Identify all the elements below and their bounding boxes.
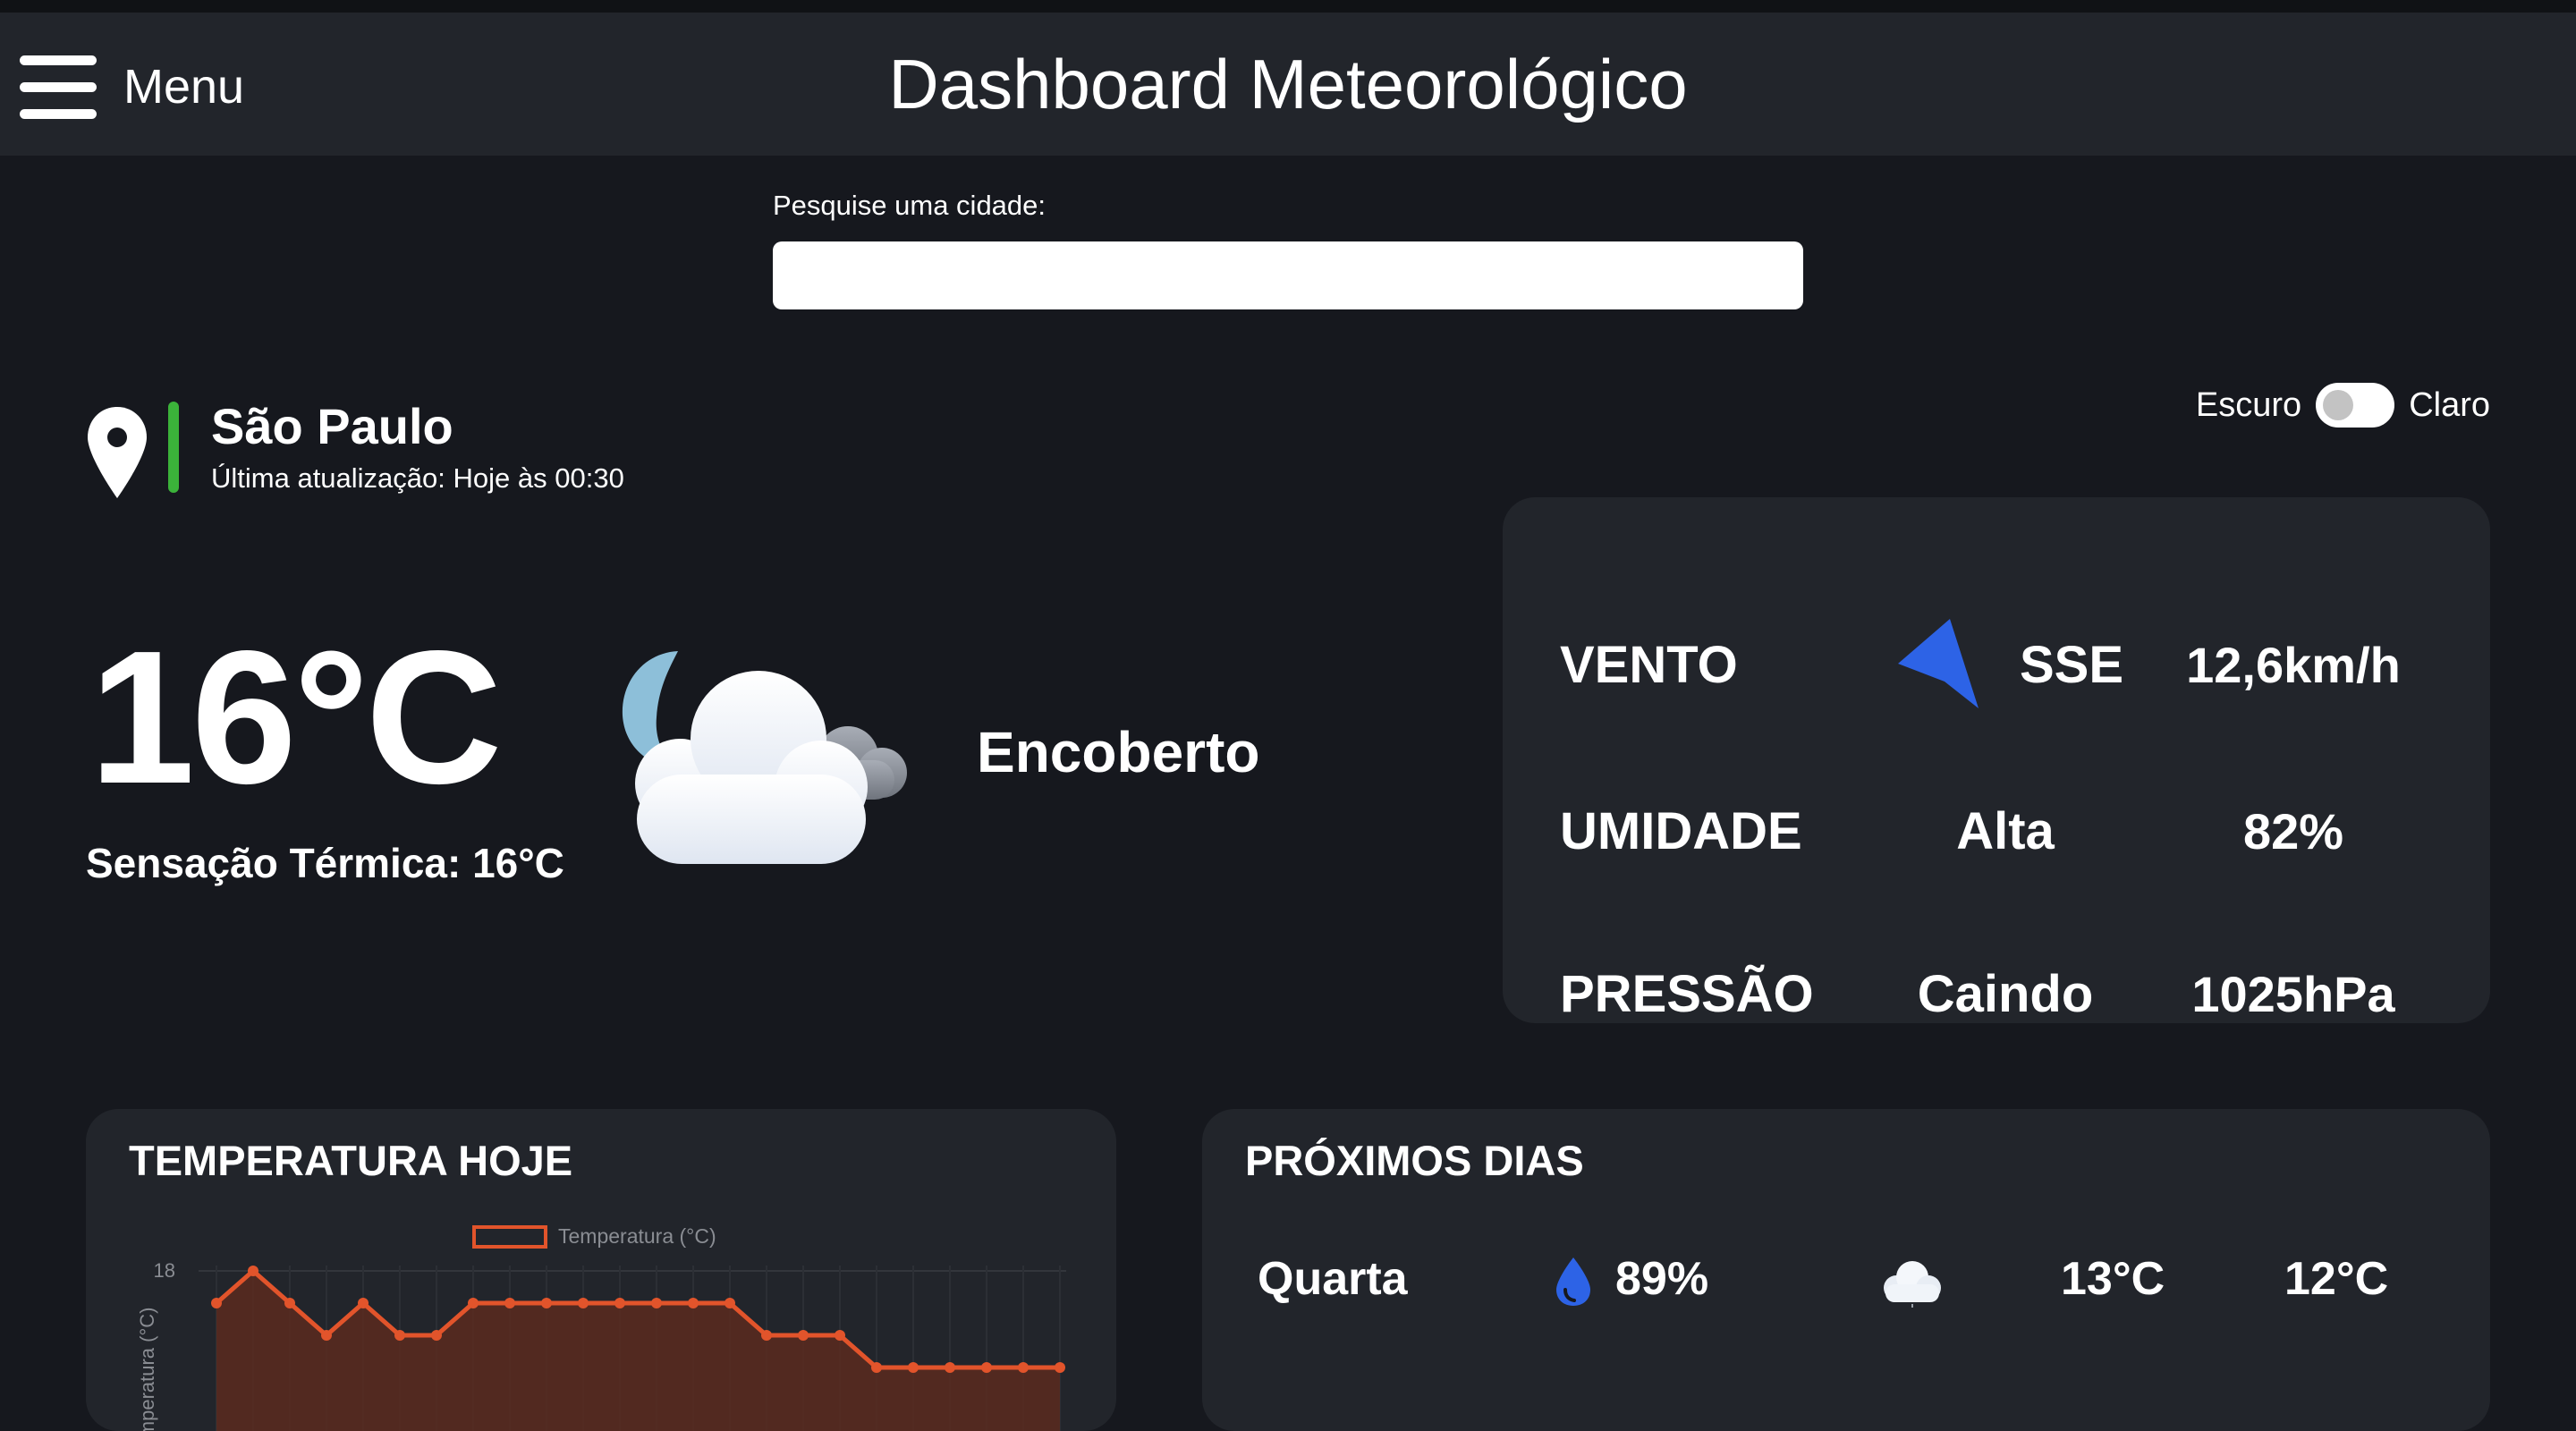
humidity-label: UMIDADE xyxy=(1560,801,1802,860)
theme-toggle: Escuro Claro xyxy=(2196,383,2490,428)
chart-point xyxy=(1018,1362,1029,1373)
chart-point xyxy=(651,1298,662,1308)
theme-dark-label: Escuro xyxy=(2195,385,2302,424)
search-label: Pesquise uma cidade: xyxy=(773,190,1046,221)
cloud-icon xyxy=(1884,1261,1941,1308)
rain-drop-icon xyxy=(1556,1257,1590,1306)
wind-direction: SSE xyxy=(2020,635,2124,694)
chart-y-tick: 18 xyxy=(154,1259,175,1282)
chart-point xyxy=(724,1298,735,1308)
chart-point xyxy=(835,1330,845,1341)
chart-y-axis-label: Temperatura (°C) xyxy=(136,1308,158,1431)
pressure-row: PRESSÃO Caindo 1025hPa xyxy=(1503,953,2490,1034)
chart-point xyxy=(798,1330,809,1341)
next-days-title: PRÓXIMOS DIAS xyxy=(1245,1137,1584,1184)
chart-point xyxy=(321,1330,332,1341)
chart-point xyxy=(945,1362,955,1373)
theme-switch-knob xyxy=(2323,390,2354,420)
location-accent-bar xyxy=(168,402,179,493)
chart-legend-label: Temperatura (°C) xyxy=(558,1224,716,1248)
chart-point xyxy=(468,1298,479,1308)
wind-speed: 12,6km/h xyxy=(2186,636,2401,693)
humidity-row: UMIDADE Alta 82% xyxy=(1503,791,2490,871)
city-search-input[interactable] xyxy=(773,241,1803,309)
moon-cloud-icon xyxy=(622,651,907,864)
chart-point xyxy=(284,1298,295,1308)
today-temperature-title: TEMPERATURA HOJE xyxy=(129,1137,573,1184)
forecast-max-temp: 13°C xyxy=(2061,1253,2165,1305)
forecast-min-temp: 12°C xyxy=(2284,1253,2389,1305)
temperature-chart: Temperatura (°C) 18 Temperatura (°C) xyxy=(136,1224,1066,1431)
chart-point xyxy=(981,1362,992,1373)
chart-point xyxy=(541,1298,552,1308)
weather-condition: Encoberto xyxy=(977,720,1260,784)
theme-switch[interactable] xyxy=(2316,383,2395,428)
forecast-row: Quarta 89% 13°C 12°C xyxy=(1202,1243,2490,1315)
pressure-trend: Caindo xyxy=(1917,964,2094,1023)
chart-point xyxy=(431,1330,442,1341)
current-temperature: 16°C xyxy=(89,611,503,823)
humidity-level: Alta xyxy=(1956,801,2055,860)
location-block: São Paulo Última atualização: Hoje às 00… xyxy=(86,398,624,500)
page-title: Dashboard Meteorológico xyxy=(888,45,1688,123)
last-updated: Última atualização: Hoje às 00:30 xyxy=(211,462,624,494)
forecast-day: Quarta xyxy=(1258,1253,1408,1305)
pressure-value: 1025hPa xyxy=(2191,965,2395,1022)
chart-point xyxy=(358,1298,369,1308)
location-pin-icon xyxy=(88,407,147,498)
chart-point xyxy=(578,1298,589,1308)
chart-point xyxy=(871,1362,882,1373)
chart-legend-swatch xyxy=(472,1225,547,1249)
feels-like: Sensação Térmica: 16°C xyxy=(86,840,564,886)
chart-point xyxy=(394,1330,405,1341)
wind-row: VENTO SSE 12,6km/h xyxy=(1503,619,2490,708)
theme-light-label: Claro xyxy=(2409,385,2490,424)
chart-point xyxy=(248,1266,258,1276)
weather-stats-card: VENTO SSE 12,6km/h UMIDADE Alta 82% PRES… xyxy=(1503,497,2490,1023)
wind-arrow-icon xyxy=(1898,619,1979,708)
today-temperature-card: TEMPERATURA HOJE Temperatura (°C) 18 Tem… xyxy=(86,1109,1116,1431)
chart-area-fill xyxy=(216,1271,1060,1431)
next-days-card: PRÓXIMOS DIAS Quarta 89% 13°C 12°C xyxy=(1202,1109,2490,1431)
wind-label: VENTO xyxy=(1560,635,1738,694)
chart-point xyxy=(504,1298,515,1308)
chart-point xyxy=(761,1330,772,1341)
chart-point xyxy=(211,1298,222,1308)
chart-point xyxy=(1055,1362,1065,1373)
chart-point xyxy=(614,1298,625,1308)
forecast-rain-chance: 89% xyxy=(1615,1253,1709,1305)
window-top-strip xyxy=(0,0,2576,13)
chart-point xyxy=(908,1362,919,1373)
chart-point xyxy=(688,1298,699,1308)
pressure-label: PRESSÃO xyxy=(1560,964,1814,1023)
city-name: São Paulo xyxy=(211,398,453,454)
humidity-value: 82% xyxy=(2242,802,2344,859)
